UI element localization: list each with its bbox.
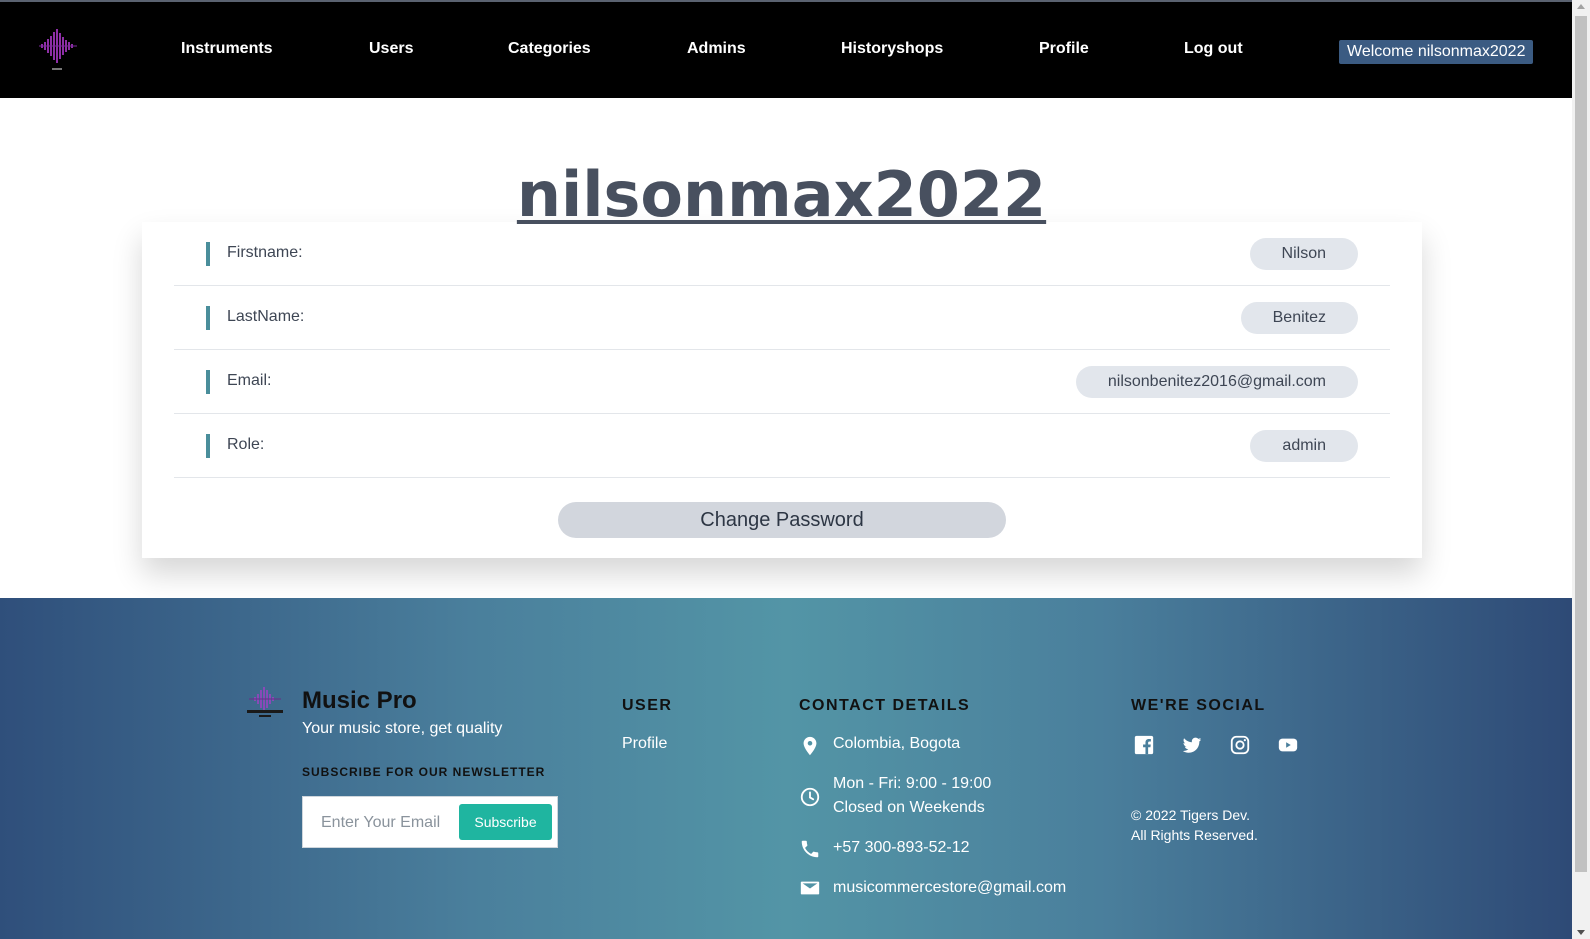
profile-row-firstname: Firstname: Nilson (174, 222, 1390, 286)
instagram-icon[interactable] (1229, 734, 1251, 756)
nav-profile[interactable]: Profile (1039, 40, 1089, 58)
contact-hours-line1: Mon - Fri: 9:00 - 19:00 (833, 775, 992, 792)
clock-icon (800, 787, 820, 807)
change-password-button[interactable]: Change Password (558, 502, 1006, 538)
welcome-badge: Welcome nilsonmax2022 (1339, 40, 1534, 64)
contact-hours-line2: Closed on Weekends (833, 799, 985, 816)
nav-admins[interactable]: Admins (687, 40, 746, 58)
row-accent-bar (206, 434, 210, 458)
profile-card: Firstname: Nilson LastName: Benitez Emai… (142, 222, 1422, 558)
profile-row-role: Role: admin (174, 414, 1390, 478)
lastname-label: LastName: (227, 308, 305, 325)
row-accent-bar (206, 242, 210, 266)
youtube-icon[interactable] (1277, 734, 1299, 756)
profile-username-title: nilsonmax2022 (516, 158, 1047, 231)
firstname-label: Firstname: (227, 244, 303, 261)
role-value: admin (1250, 430, 1358, 462)
row-accent-bar (206, 306, 210, 330)
vertical-scrollbar[interactable] (1572, 0, 1590, 939)
footer-brand: Music Pro (302, 687, 417, 714)
music-waveform-logo-icon[interactable] (38, 26, 78, 72)
newsletter-form: Subscribe (302, 796, 558, 848)
footer-user-title: USER (622, 697, 673, 714)
profile-row-lastname: LastName: Benitez (174, 286, 1390, 350)
nav-categories[interactable]: Categories (508, 40, 591, 58)
footer-contact-title: CONTACT DETAILS (799, 697, 971, 714)
scroll-down-arrow-icon[interactable] (1577, 930, 1585, 935)
lastname-value: Benitez (1240, 302, 1358, 334)
copyright-line1: © 2022 Tigers Dev. (1131, 807, 1250, 823)
footer-profile-link[interactable]: Profile (622, 735, 667, 753)
nav-instruments[interactable]: Instruments (181, 40, 273, 58)
profile-row-email: Email: nilsonbenitez2016@gmail.com (174, 350, 1390, 414)
email-envelope-icon (800, 881, 820, 895)
nav-historyshops[interactable]: Historyshops (841, 40, 943, 58)
location-pin-icon (803, 736, 817, 756)
footer: Music Pro Your music store, get quality … (0, 598, 1572, 939)
footer-social-title: WE'RE SOCIAL (1131, 697, 1266, 714)
nav-users[interactable]: Users (369, 40, 413, 58)
subscribe-button[interactable]: Subscribe (459, 804, 552, 840)
row-accent-bar (206, 370, 210, 394)
footer-tagline: Your music store, get quality (302, 720, 503, 737)
facebook-icon[interactable] (1133, 734, 1155, 756)
contact-phone: +57 300-893-52-12 (833, 839, 970, 856)
scrollbar-thumb[interactable] (1575, 16, 1587, 872)
contact-email: musicommercestore@gmail.com (833, 879, 1067, 896)
twitter-icon[interactable] (1181, 734, 1203, 756)
navbar: Instruments Users Categories Admins Hist… (0, 0, 1572, 98)
email-value: nilsonbenitez2016@gmail.com (1075, 366, 1358, 398)
page: Instruments Users Categories Admins Hist… (0, 0, 1572, 939)
contact-location: Colombia, Bogota (833, 735, 961, 752)
newsletter-email-input[interactable] (319, 811, 449, 835)
music-waveform-logo-icon (247, 687, 283, 717)
nav-logout[interactable]: Log out (1184, 40, 1243, 58)
copyright-line2: All Rights Reserved. (1131, 827, 1258, 843)
role-label: Role: (227, 436, 265, 453)
phone-icon (801, 840, 819, 858)
scroll-up-arrow-icon[interactable] (1577, 4, 1585, 9)
firstname-value: Nilson (1249, 238, 1358, 270)
footer-copyright: © 2022 Tigers Dev. All Rights Reserved. (1131, 805, 1258, 845)
email-label: Email: (227, 372, 272, 389)
newsletter-title: SUBSCRIBE FOR OUR NEWSLETTER (302, 765, 546, 779)
